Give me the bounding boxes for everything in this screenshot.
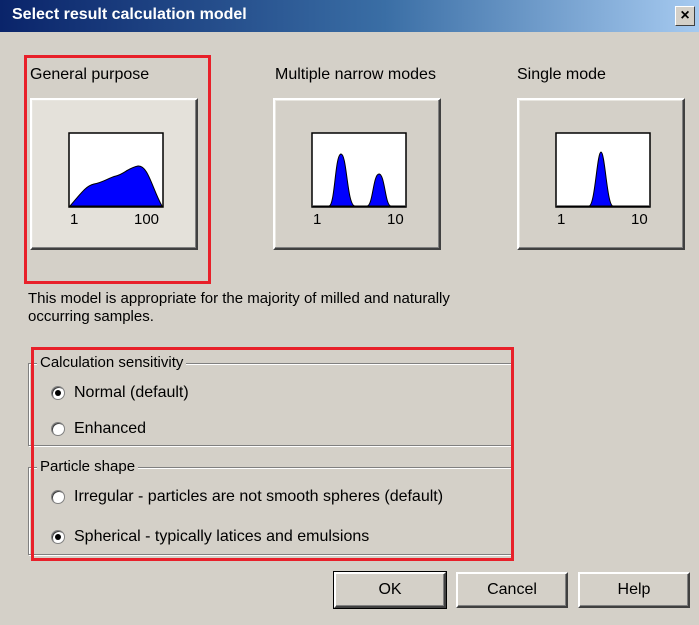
model-description: This model is appropriate for the majori… [28,290,450,325]
multiple-narrow-modes-button[interactable]: 1 10 [273,98,441,250]
single-mode-button[interactable]: 1 10 [517,98,685,250]
single-peak-distribution-icon: 1 10 [555,132,651,228]
help-button[interactable]: Help [578,572,690,608]
bimodal-distribution-icon: 1 10 [311,132,407,228]
title-bar: Select result calculation model × [0,0,699,32]
model-label-multiple-narrow-modes: Multiple narrow modes [275,66,436,83]
model-label-single-mode: Single mode [517,66,606,83]
cancel-button[interactable]: Cancel [456,572,568,608]
axis-min-label: 1 [313,211,321,228]
axis-max-label: 10 [631,211,648,228]
window-title: Select result calculation model [12,6,247,23]
close-icon[interactable]: × [675,6,695,26]
axis-max-label: 10 [387,211,404,228]
axis-min-label: 1 [557,211,565,228]
ok-button[interactable]: OK [333,571,447,609]
general-purpose-highlight [24,55,211,284]
options-highlight [31,347,514,561]
